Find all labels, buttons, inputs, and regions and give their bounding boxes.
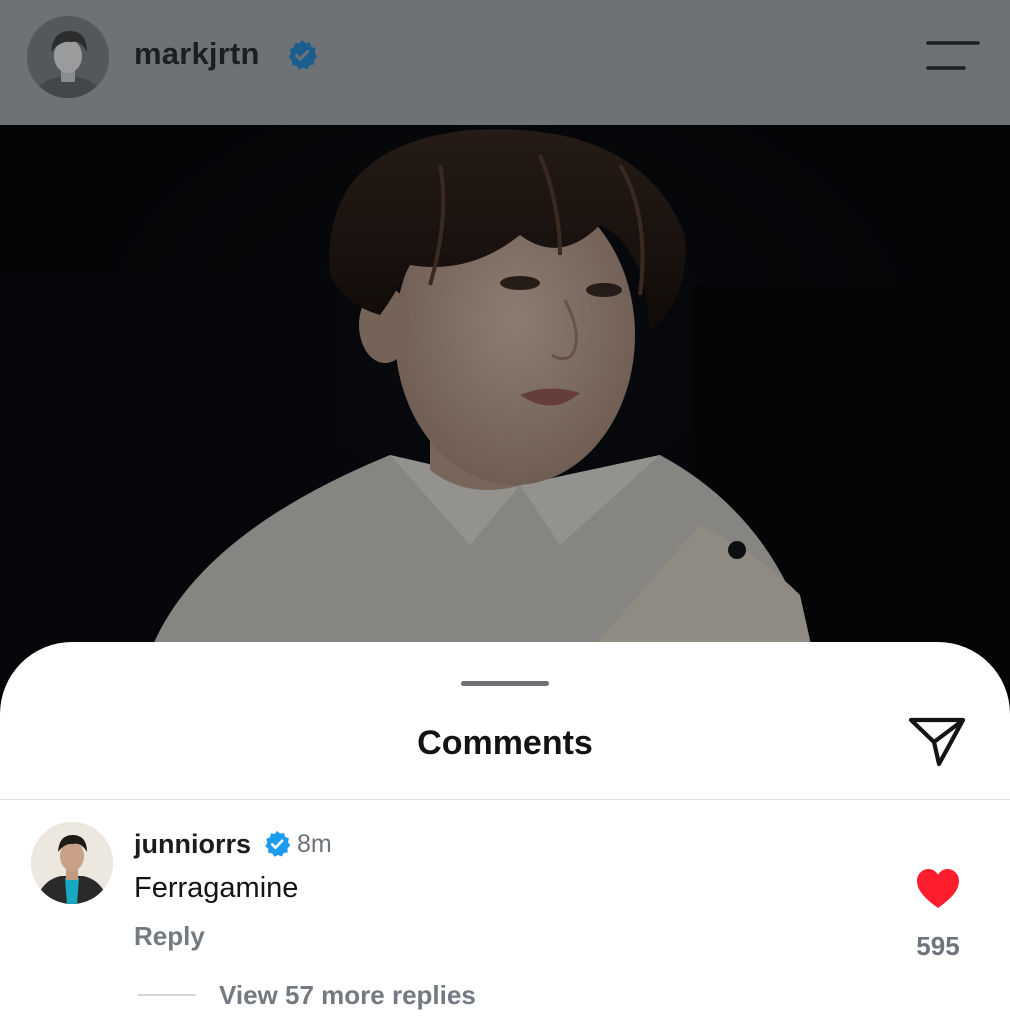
portrait-photo bbox=[0, 125, 1010, 685]
comment-username[interactable]: junniorrs bbox=[134, 829, 251, 860]
send-icon[interactable] bbox=[906, 712, 968, 770]
profile-header: markjrtn bbox=[0, 0, 1010, 125]
divider bbox=[0, 799, 1010, 800]
replies-line bbox=[138, 994, 196, 996]
sheet-drag-handle[interactable] bbox=[461, 681, 549, 686]
avatar-image bbox=[27, 16, 109, 98]
like-count: 595 bbox=[916, 931, 960, 961]
sheet-title: Comments bbox=[417, 724, 593, 762]
avatar-image bbox=[31, 822, 113, 904]
comment-timestamp: 8m bbox=[297, 830, 332, 858]
reply-button[interactable]: Reply bbox=[134, 921, 205, 952]
post-photo bbox=[0, 125, 1010, 685]
profile-username[interactable]: markjrtn bbox=[134, 36, 260, 72]
view-more-replies-button[interactable]: View 57 more replies bbox=[219, 980, 476, 1011]
verified-badge-icon bbox=[288, 40, 318, 70]
heart-icon[interactable] bbox=[916, 868, 960, 910]
profile-avatar[interactable] bbox=[27, 16, 109, 98]
verified-badge-icon bbox=[265, 830, 291, 857]
comment-text: Ferragamine bbox=[134, 872, 299, 904]
menu-icon[interactable] bbox=[926, 40, 980, 72]
commenter-avatar[interactable] bbox=[31, 822, 113, 904]
